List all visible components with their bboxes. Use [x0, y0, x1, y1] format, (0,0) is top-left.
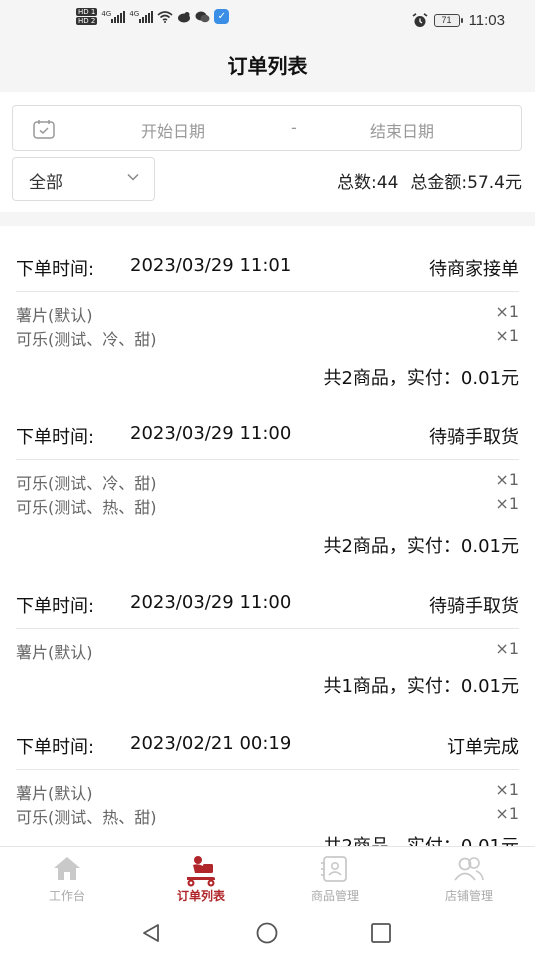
start-date-field[interactable]: 开始日期 — [141, 118, 205, 142]
product-card-icon — [321, 856, 347, 882]
order-total: 共2商品，实付：0.01元 — [323, 536, 519, 557]
item-name: 薯片(默认) — [16, 643, 93, 662]
recent-apps-icon[interactable] — [370, 922, 392, 944]
chevron-down-icon — [127, 173, 139, 181]
page-title: 订单列表 — [227, 54, 308, 78]
status-filter-value: 全部 — [29, 173, 63, 193]
order-status: 待骑手取货 — [429, 596, 519, 617]
order-items: 薯片(默认) ×1 — [16, 639, 519, 663]
system-navigation-bar — [0, 910, 535, 957]
calendar-icon — [33, 120, 55, 139]
tab-label: 订单列表 — [176, 889, 225, 903]
item-name: 可乐(测试、热、甜) — [16, 808, 157, 827]
tab-product-management[interactable]: 商品管理 — [268, 847, 402, 911]
bottom-tab-bar: 工作台 订单列表 商品管理 店铺管理 — [0, 846, 535, 910]
home-circle-icon[interactable] — [255, 922, 279, 944]
end-date-field[interactable]: 结束日期 — [370, 118, 434, 142]
order-item: 可乐(测试、冷、甜) ×1 — [16, 326, 519, 350]
bird-icon — [178, 11, 191, 22]
tab-label: 店铺管理 — [444, 889, 493, 903]
order-item: 可乐(测试、热、甜) ×1 — [16, 804, 519, 828]
order-total: 共2商品，实付：0.01元 — [323, 832, 519, 846]
item-quantity: ×1 — [495, 780, 519, 799]
order-header: 下单时间: 2023/03/29 11:01 待商家接单 — [16, 226, 519, 292]
item-quantity: ×1 — [495, 302, 519, 321]
order-time: 2023/03/29 11:01 — [130, 255, 292, 276]
order-time: 2023/03/29 11:00 — [130, 592, 292, 613]
tab-order-list[interactable]: 订单列表 — [134, 847, 268, 911]
tab-workbench[interactable]: 工作台 — [0, 847, 134, 911]
battery-level: 71 — [433, 14, 460, 27]
item-quantity: ×1 — [495, 494, 519, 513]
hd-indicators: HD 1 HD 2 — [76, 8, 98, 25]
total-count: 总数:44 — [337, 173, 399, 193]
status-filter-select[interactable]: 全部 — [12, 157, 155, 201]
order-header: 下单时间: 2023/03/29 11:00 待骑手取货 — [16, 563, 519, 629]
order-time-label: 下单时间: — [16, 737, 95, 758]
chat-icon — [195, 11, 210, 22]
item-quantity: ×1 — [495, 804, 519, 823]
alarm-icon — [412, 13, 428, 27]
wifi-icon — [157, 10, 173, 23]
order-total: 共1商品，实付：0.01元 — [323, 676, 519, 697]
item-quantity: ×1 — [495, 639, 519, 658]
tab-store-management[interactable]: 店铺管理 — [402, 847, 535, 911]
item-name: 可乐(测试、冷、甜) — [16, 330, 157, 349]
order-summary: 总数:44 总金额:57.4元 — [337, 168, 522, 193]
item-name: 可乐(测试、热、甜) — [16, 498, 157, 517]
order-items: 薯片(默认) ×1 可乐(测试、冷、甜) ×1 — [16, 302, 519, 350]
tab-label: 工作台 — [48, 889, 85, 903]
date-range-picker[interactable]: 开始日期 - 结束日期 — [12, 105, 522, 151]
order-time: 2023/03/29 11:00 — [130, 423, 292, 444]
order-status: 待骑手取货 — [429, 427, 519, 448]
signal-2-icon: 4G — [129, 9, 154, 23]
status-bar-left: HD 1 HD 2 4G 4G ✓ — [76, 8, 230, 25]
users-icon — [454, 857, 484, 881]
item-name: 可乐(测试、冷、甜) — [16, 474, 157, 493]
total-amount: 总金额:57.4元 — [410, 173, 522, 193]
order-list[interactable]: 下单时间: 2023/03/29 11:01 待商家接单 薯片(默认) ×1 可… — [0, 226, 535, 846]
order-item: 薯片(默认) ×1 — [16, 780, 519, 804]
battery-icon: 71 — [433, 14, 463, 27]
item-quantity: ×1 — [495, 326, 519, 345]
order-time-label: 下单时间: — [16, 259, 95, 280]
back-icon[interactable] — [140, 922, 162, 944]
item-name: 薯片(默认) — [16, 306, 93, 325]
item-name: 薯片(默认) — [16, 784, 93, 803]
page-header: 订单列表 — [0, 42, 535, 92]
signal-1-icon: 4G — [101, 9, 126, 23]
order-total: 共2商品，实付：0.01元 — [323, 368, 519, 389]
delivery-rider-icon — [187, 856, 215, 887]
order-header: 下单时间: 2023/03/29 11:00 待骑手取货 — [16, 394, 519, 460]
clock: 11:03 — [468, 12, 505, 29]
status-bar: HD 1 HD 2 4G 4G ✓ 71 11:03 — [0, 0, 535, 42]
filter-panel: 开始日期 - 结束日期 全部 总数:44 总金额:57.4元 — [0, 92, 535, 212]
order-item: 可乐(测试、冷、甜) ×1 — [16, 470, 519, 494]
order-items: 可乐(测试、冷、甜) ×1 可乐(测试、热、甜) ×1 — [16, 470, 519, 518]
item-quantity: ×1 — [495, 470, 519, 489]
network-type-1: 4G — [101, 9, 112, 18]
home-icon — [54, 857, 80, 880]
order-item: 薯片(默认) ×1 — [16, 639, 519, 663]
order-item: 薯片(默认) ×1 — [16, 302, 519, 326]
status-bar-right: 71 11:03 — [412, 12, 505, 29]
app-notification-icon: ✓ — [214, 9, 230, 24]
hd2-badge: HD 2 — [76, 17, 98, 25]
order-item: 可乐(测试、热、甜) ×1 — [16, 494, 519, 518]
order-items: 薯片(默认) ×1 可乐(测试、热、甜) ×1 — [16, 780, 519, 828]
date-separator: - — [291, 118, 297, 137]
order-time-label: 下单时间: — [16, 427, 95, 448]
order-status: 订单完成 — [447, 737, 519, 758]
order-time: 2023/02/21 00:19 — [130, 733, 292, 754]
order-status: 待商家接单 — [429, 259, 519, 280]
order-header: 下单时间: 2023/02/21 00:19 订单完成 — [16, 704, 519, 770]
network-type-2: 4G — [129, 9, 140, 18]
hd1-badge: HD 1 — [76, 8, 98, 16]
order-time-label: 下单时间: — [16, 596, 95, 617]
tab-label: 商品管理 — [310, 889, 359, 903]
